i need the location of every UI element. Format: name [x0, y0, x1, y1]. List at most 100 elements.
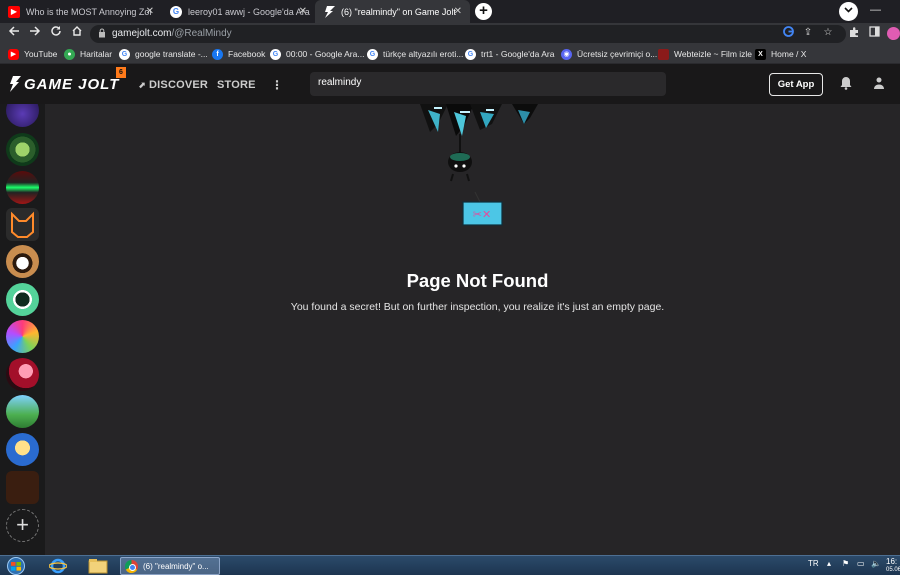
facebook-icon: f	[212, 48, 223, 60]
community-avatar[interactable]	[6, 208, 39, 241]
tab-search-button[interactable]	[839, 2, 858, 21]
internet-explorer-icon[interactable]	[44, 557, 72, 575]
page-not-found-illustration: ✂✕	[420, 104, 538, 226]
community-sidebar: +	[0, 104, 45, 555]
lock-icon	[99, 28, 105, 38]
arrow-left-icon	[8, 26, 19, 36]
close-icon[interactable]: ✕	[299, 6, 307, 17]
browser-tab-3[interactable]: (6) "realmindy" on Game Jolt ✕	[315, 0, 470, 23]
nav-discover[interactable]: ⬈ DISCOVER	[138, 79, 208, 91]
page-title: Page Not Found	[406, 270, 549, 291]
bell-icon[interactable]	[840, 76, 854, 92]
google-icon: G	[119, 48, 130, 60]
close-icon[interactable]: ✕	[454, 6, 462, 17]
nav-discover-label: DISCOVER	[149, 79, 209, 91]
chevron-down-icon	[844, 7, 853, 13]
get-app-button[interactable]: Get App	[769, 73, 823, 96]
minimize-button[interactable]: —	[870, 4, 900, 18]
discord-icon: ◉	[561, 48, 572, 60]
reload-button[interactable]	[47, 25, 64, 42]
windows-taskbar: (6) "realmindy" o... TR ▴ ⚑ ▭ 🔈 16: 05.0…	[0, 555, 900, 575]
clock[interactable]: 16: 05.06.	[886, 557, 900, 575]
community-avatar[interactable]	[6, 358, 39, 391]
new-tab-button[interactable]: +	[475, 3, 492, 20]
home-button[interactable]	[68, 25, 85, 42]
bookmark-youtube[interactable]: ▶ YouTube	[8, 47, 57, 61]
chrome-icon	[125, 559, 138, 573]
taskbar-chrome-label: (6) "realmindy" o...	[143, 561, 209, 571]
community-avatar[interactable]	[6, 133, 39, 166]
file-explorer-icon[interactable]	[84, 557, 112, 575]
bookmark-facebook[interactable]: f Facebook	[212, 47, 265, 61]
bookmark-webteizle[interactable]: Webteizle ~ Film izle	[658, 47, 752, 61]
forward-button[interactable]	[26, 25, 43, 42]
site-header: GAME JOLT ⬈ DISCOVER STORE ⋮ Get App	[0, 64, 900, 104]
site-search[interactable]	[310, 72, 666, 96]
tab-title: (6) "realmindy" on Game Jolt	[341, 6, 456, 17]
share-icon[interactable]: ⇪	[801, 26, 815, 40]
arrow-right-icon	[29, 26, 40, 36]
bookmark-label: Ücretsiz çevrimiçi o...	[577, 49, 658, 59]
logo-text: GAME JOLT	[24, 75, 120, 93]
community-avatar[interactable]	[6, 104, 39, 127]
url-path: /@RealMindy	[171, 28, 232, 39]
svg-text:✂✕: ✂✕	[473, 208, 491, 221]
add-community-button[interactable]: +	[6, 509, 39, 542]
community-avatar[interactable]	[6, 433, 39, 466]
community-avatar[interactable]	[6, 171, 39, 204]
bookmark-trt1[interactable]: Gtrt1 - Google'da Ara	[465, 47, 554, 61]
youtube-icon: ▶	[8, 48, 19, 60]
community-avatar[interactable]	[6, 320, 39, 353]
address-url: gamejolt.com/@RealMindy	[112, 28, 232, 39]
bookmark-google-translate[interactable]: Ggoogle translate -...	[119, 47, 208, 61]
bookmark-label: 00:00 - Google Ara...	[286, 49, 365, 59]
bookmark-maps[interactable]: ● Haritalar	[64, 47, 112, 61]
compass-icon: ⬈	[138, 80, 146, 90]
google-icon: G	[270, 48, 281, 60]
maps-pin-icon: ●	[64, 48, 75, 60]
more-menu-icon[interactable]: ⋮	[271, 78, 283, 92]
browser-toolbar: gamejolt.com/@RealMindy ⇪ ☆	[0, 23, 900, 44]
google-icon: G	[170, 5, 182, 18]
reload-icon	[50, 26, 61, 36]
clock-time: 16:	[886, 557, 898, 566]
language-indicator[interactable]: TR	[808, 559, 819, 568]
bookmark-x[interactable]: X Home / X	[755, 47, 806, 61]
browser-tab-strip: ▶ Who is the MOST Annoying Zon ✕ G leero…	[0, 0, 900, 23]
google-icon: G	[465, 48, 476, 60]
address-bar[interactable]: gamejolt.com/@RealMindy	[90, 25, 846, 43]
back-button[interactable]	[5, 25, 22, 42]
flag-icon[interactable]: ⚑	[842, 559, 849, 568]
profile-avatar[interactable]	[887, 27, 900, 40]
community-avatar[interactable]	[6, 471, 39, 504]
browser-tab-2[interactable]: G leeroy01 awwj - Google'da Ara ✕	[162, 0, 315, 23]
volume-icon[interactable]: 🔈	[871, 559, 881, 568]
bookmark-google-search-2[interactable]: Gtürkçe altyazılı eroti...	[367, 47, 463, 61]
url-domain: gamejolt.com	[112, 28, 172, 39]
main-content: ✂✕ Page Not Found You found a secret! Bu…	[45, 104, 900, 555]
close-icon[interactable]: ✕	[146, 6, 154, 17]
bookmark-label: trt1 - Google'da Ara	[481, 49, 555, 59]
youtube-icon: ▶	[8, 5, 20, 18]
tray-expand-icon[interactable]: ▴	[827, 559, 831, 568]
nav-store[interactable]: STORE	[217, 79, 256, 91]
google-lens-icon[interactable]	[781, 26, 795, 40]
bookmark-star-icon[interactable]: ☆	[821, 26, 835, 40]
start-button[interactable]	[3, 557, 29, 575]
community-avatar[interactable]	[6, 395, 39, 428]
browser-tab-1[interactable]: ▶ Who is the MOST Annoying Zon ✕	[0, 0, 162, 23]
bookmark-label: türkçe altyazılı eroti...	[383, 49, 464, 59]
taskbar-chrome-window[interactable]: (6) "realmindy" o...	[120, 557, 220, 575]
bookmark-label: Haritalar	[80, 49, 113, 59]
bookmark-discord[interactable]: ◉ Ücretsiz çevrimiçi o...	[561, 47, 657, 61]
search-input[interactable]	[318, 77, 658, 88]
tab-title: Who is the MOST Annoying Zon	[26, 6, 151, 17]
side-panel-icon[interactable]	[867, 26, 881, 40]
bookmark-google-search[interactable]: G 00:00 - Google Ara...	[270, 47, 364, 61]
home-icon	[72, 26, 81, 36]
user-menu-icon[interactable]	[872, 76, 886, 92]
gamejolt-logo[interactable]: GAME JOLT	[9, 75, 120, 93]
network-icon[interactable]: ▭	[857, 559, 865, 568]
extensions-icon[interactable]	[847, 26, 861, 40]
google-icon: G	[367, 48, 378, 60]
